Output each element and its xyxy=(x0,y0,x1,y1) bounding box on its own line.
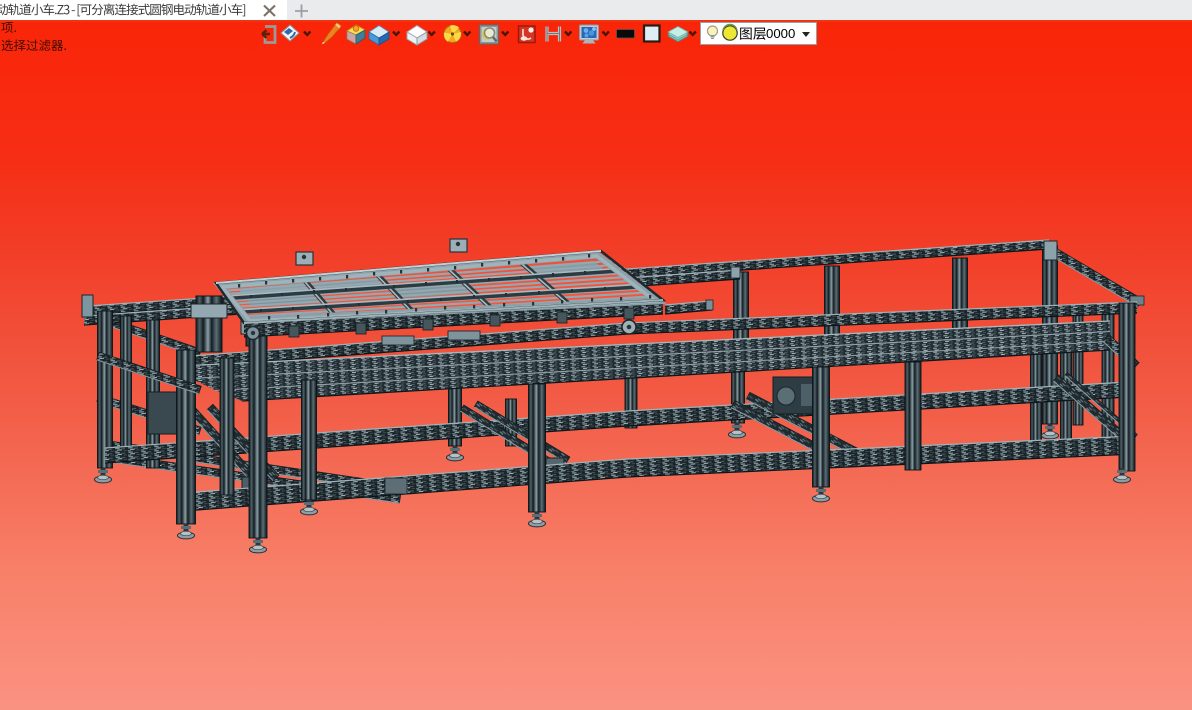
svg-text:0000: 0000 xyxy=(766,26,795,41)
